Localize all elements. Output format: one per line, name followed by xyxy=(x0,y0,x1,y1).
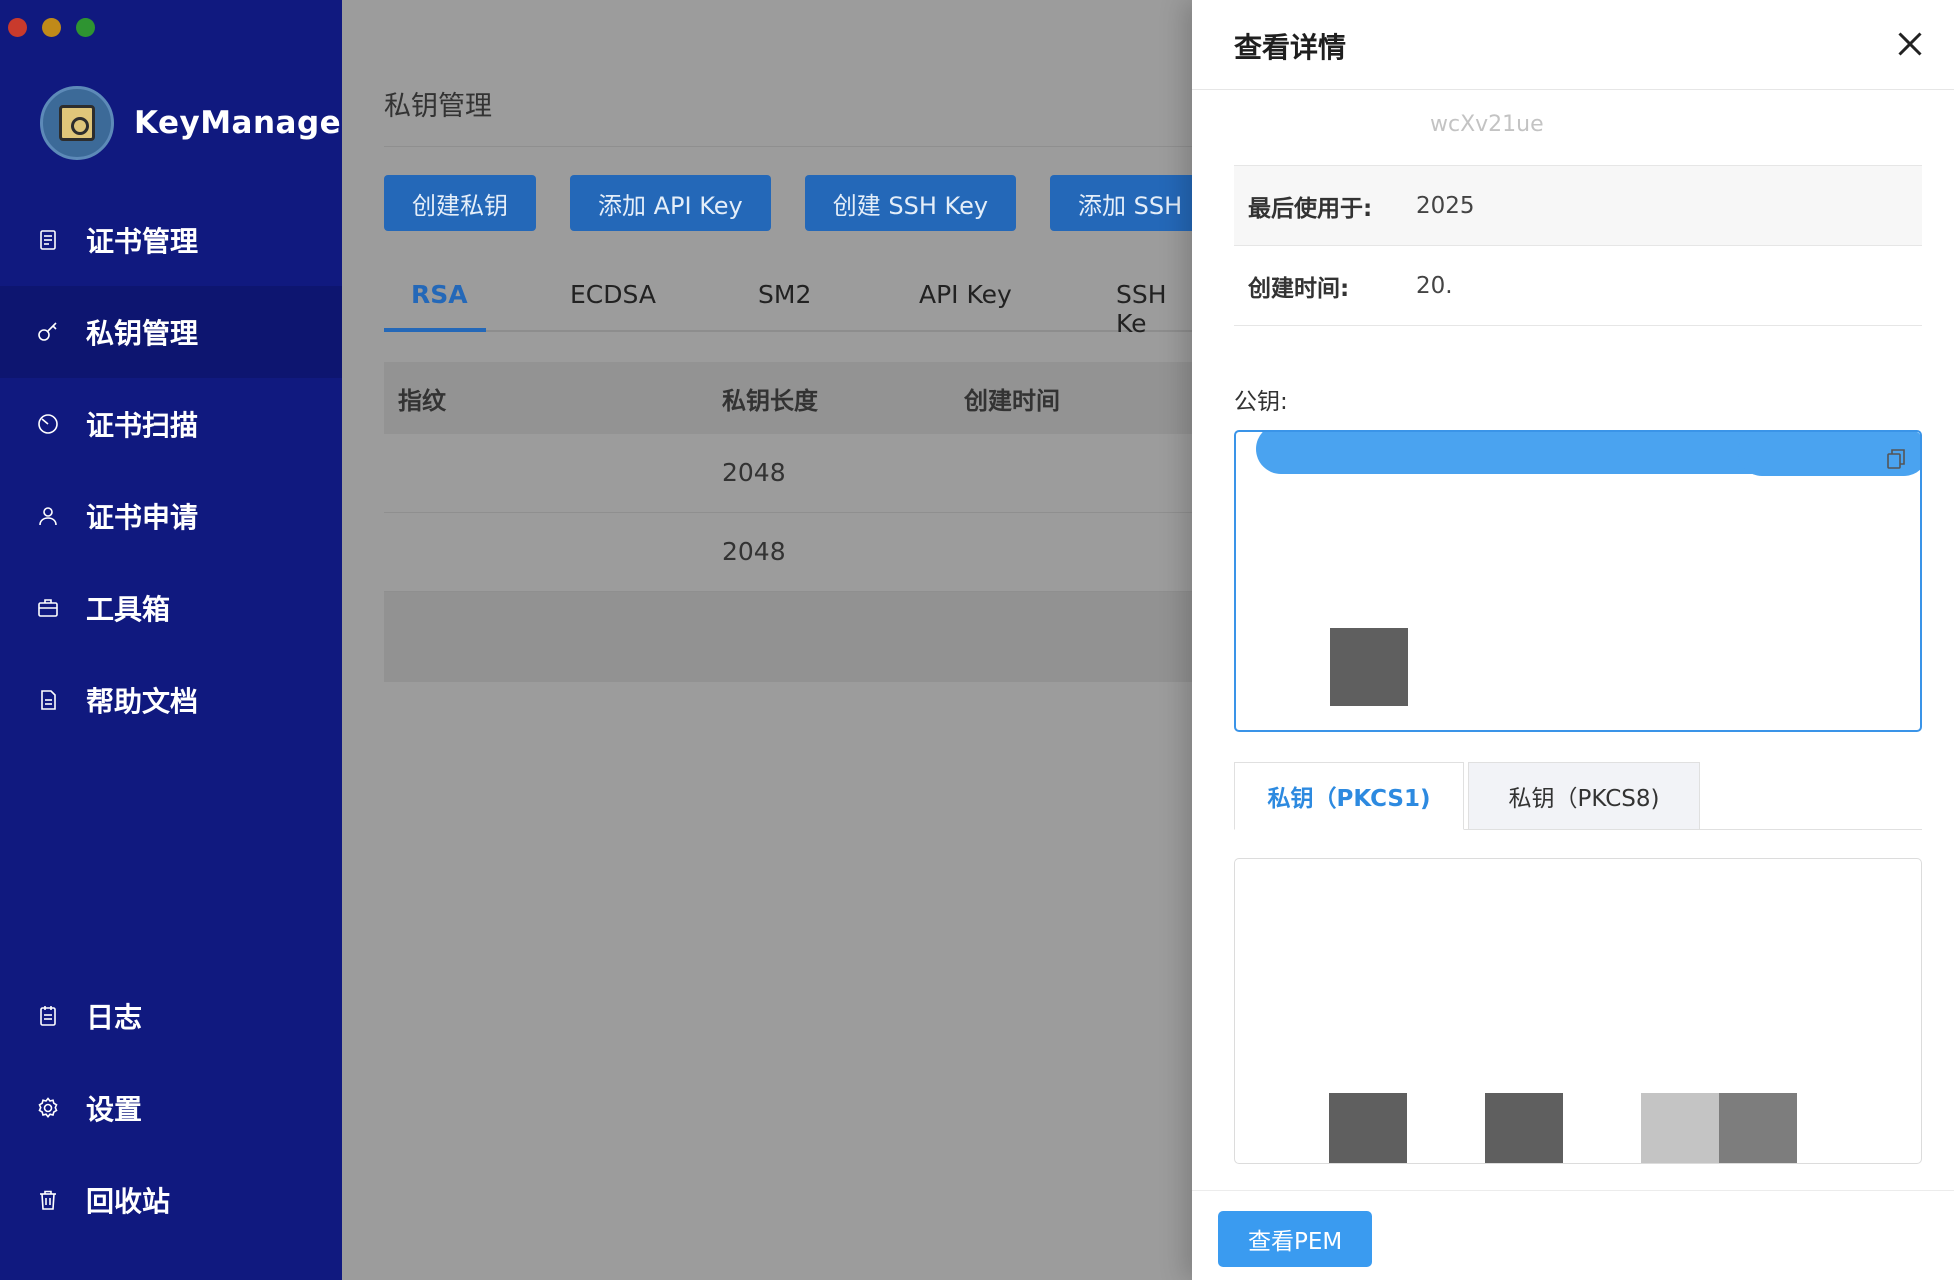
redaction-block xyxy=(1719,1093,1797,1163)
sidebar-item-label: 证书管理 xyxy=(86,225,199,258)
details-drawer: 查看详情 wcXv21ue 最后使用于: 2025 创建时间: 20. 公钥: … xyxy=(1192,0,1954,1280)
key-length-cell: 2048 xyxy=(722,458,786,487)
detail-row-partial: wcXv21ue xyxy=(1234,104,1922,166)
toolbar: 创建私钥 添加 API Key 创建 SSH Key 添加 SSH K xyxy=(384,175,1192,231)
column-header-created-time: 创建时间 xyxy=(964,386,1060,415)
document-icon xyxy=(41,690,56,710)
private-key-textarea[interactable] xyxy=(1234,858,1922,1164)
user-icon xyxy=(39,507,57,526)
redaction-block xyxy=(1330,628,1408,706)
page-title: 私钥管理 xyxy=(384,91,492,122)
column-header-fingerprint: 指纹 xyxy=(398,386,446,415)
sidebar-item-cert-scan[interactable]: 证书扫描 xyxy=(0,378,342,470)
sidebar-item-label: 证书扫描 xyxy=(86,409,199,442)
add-ssh-key-button[interactable]: 添加 SSH K xyxy=(1050,175,1192,231)
sidebar-item-label: 私钥管理 xyxy=(86,317,199,350)
sidebar-item-trash[interactable]: 回收站 xyxy=(0,1154,342,1246)
key-type-tabs: RSA ECDSA SM2 API Key SSH Ke xyxy=(384,264,1192,338)
tab-private-key-pkcs8[interactable]: 私钥（PKCS8) xyxy=(1468,762,1700,830)
active-tab-indicator xyxy=(384,328,486,332)
sidebar-item-help-docs[interactable]: 帮助文档 xyxy=(0,654,342,746)
sidebar-item-cert-request[interactable]: 证书申请 xyxy=(0,470,342,562)
sidebar-item-label: 设置 xyxy=(86,1093,143,1126)
tab-rsa[interactable]: RSA xyxy=(411,280,468,309)
detail-value-last-used: 2025 xyxy=(1416,192,1475,219)
create-private-key-button[interactable]: 创建私钥 xyxy=(384,175,536,231)
table-footer xyxy=(384,592,1192,682)
drawer-header: 查看详情 xyxy=(1192,0,1954,90)
public-key-textarea[interactable] xyxy=(1234,430,1922,732)
tab-sm2[interactable]: SM2 xyxy=(758,280,811,309)
redaction-block xyxy=(1485,1093,1563,1163)
log-icon xyxy=(40,1006,56,1026)
sidebar-item-settings[interactable]: 设置 xyxy=(0,1062,342,1154)
detail-table: wcXv21ue 最后使用于: 2025 创建时间: 20. xyxy=(1234,104,1922,326)
detail-label-created-time: 创建时间: xyxy=(1248,275,1350,302)
add-api-key-button[interactable]: 添加 API Key xyxy=(570,175,771,231)
gear-icon xyxy=(38,1097,58,1118)
detail-partial-value: wcXv21ue xyxy=(1430,112,1544,137)
sidebar-bottom-nav: 日志 设置 回收站 xyxy=(0,970,342,1246)
tab-ecdsa[interactable]: ECDSA xyxy=(570,280,656,309)
key-icon xyxy=(38,322,57,341)
tab-ssh-key[interactable]: SSH Ke xyxy=(1116,280,1192,338)
window-controls xyxy=(8,18,95,37)
sidebar-item-label: 工具箱 xyxy=(86,593,171,626)
sidebar-item-private-keys[interactable]: 私钥管理 xyxy=(0,286,342,378)
create-ssh-key-button[interactable]: 创建 SSH Key xyxy=(804,175,1017,231)
table-row[interactable]: 2048 xyxy=(384,513,1192,592)
app-name: KeyManager xyxy=(134,105,357,141)
detail-row: 创建时间: 20. xyxy=(1234,246,1922,326)
close-icon[interactable] xyxy=(1892,26,1928,62)
toolbox-icon xyxy=(38,599,58,617)
redaction-block xyxy=(1641,1093,1719,1163)
sidebar-item-label: 日志 xyxy=(86,1001,143,1034)
keys-table: 指纹 私钥长度 创建时间 2048 2048 xyxy=(384,362,1192,682)
title-divider xyxy=(384,146,1192,147)
detail-value-created-time: 20. xyxy=(1416,272,1453,299)
drawer-title: 查看详情 xyxy=(1234,31,1347,64)
sidebar-item-certificates[interactable]: 证书管理 xyxy=(0,194,342,286)
scan-icon xyxy=(38,414,58,434)
drawer-footer: 查看PEM xyxy=(1192,1190,1954,1280)
sidebar-item-label: 证书申请 xyxy=(86,501,199,534)
sidebar-item-toolbox[interactable]: 工具箱 xyxy=(0,562,342,654)
table-row[interactable]: 2048 xyxy=(384,434,1192,513)
sidebar-item-label: 帮助文档 xyxy=(86,685,199,718)
app-brand: KeyManager xyxy=(40,86,357,160)
main-content: 私钥管理 创建私钥 添加 API Key 创建 SSH Key 添加 SSH K… xyxy=(342,0,1192,1280)
sidebar-nav: 证书管理 私钥管理 证书扫描 证书申请 工具箱 帮助文档 xyxy=(0,194,342,746)
certificate-icon xyxy=(40,230,56,250)
trash-icon xyxy=(40,1190,56,1210)
redaction-block xyxy=(1329,1093,1407,1163)
column-header-key-length: 私钥长度 xyxy=(722,386,818,415)
tab-private-key-pkcs1[interactable]: 私钥（PKCS1) xyxy=(1234,762,1464,830)
copy-icon[interactable] xyxy=(1886,448,1906,470)
sidebar-item-logs[interactable]: 日志 xyxy=(0,970,342,1062)
private-key-format-tabs: 私钥（PKCS1) 私钥（PKCS8) xyxy=(1234,762,1922,830)
key-length-cell: 2048 xyxy=(722,537,786,566)
view-pem-button[interactable]: 查看PEM xyxy=(1218,1211,1373,1267)
window-maximize-button[interactable] xyxy=(76,18,95,37)
sidebar: KeyManager 证书管理 私钥管理 证书扫描 证书申请 工具箱 帮助文档 xyxy=(0,0,356,1280)
public-key-label: 公钥: xyxy=(1234,389,1288,415)
window-close-button[interactable] xyxy=(8,18,27,37)
sidebar-item-label: 回收站 xyxy=(86,1185,171,1218)
detail-row: 最后使用于: 2025 xyxy=(1234,166,1922,246)
tab-api-key[interactable]: API Key xyxy=(919,280,1012,309)
window-minimize-button[interactable] xyxy=(42,18,61,37)
table-header: 指纹 私钥长度 创建时间 xyxy=(384,362,1192,434)
detail-label-last-used: 最后使用于: xyxy=(1248,195,1373,222)
safe-logo-icon xyxy=(40,86,114,160)
